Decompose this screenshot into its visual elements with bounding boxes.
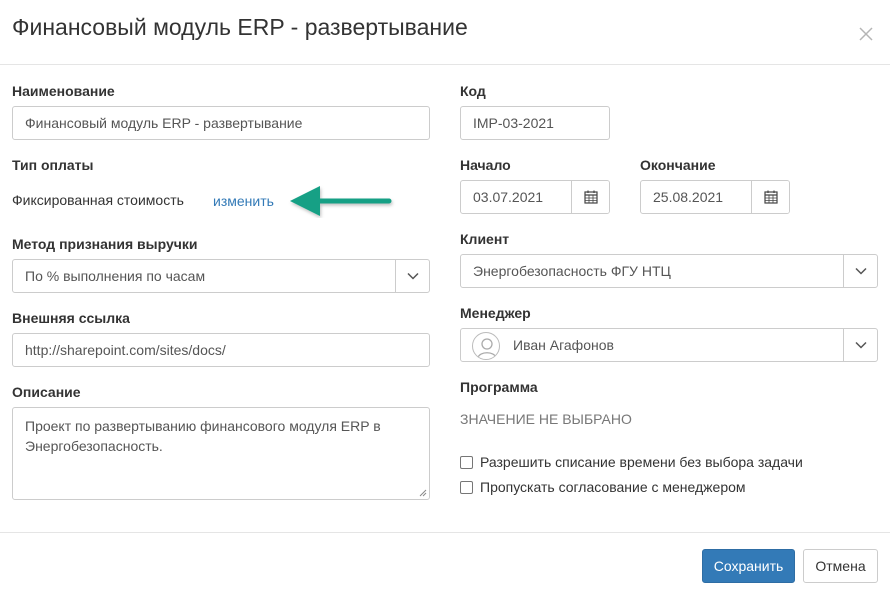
description-text: Проект по развертыванию финансового моду…: [25, 418, 381, 454]
skip-approval-checkbox-row[interactable]: Пропускать согласование с менеджером: [460, 479, 746, 495]
allow-time-checkbox[interactable]: [460, 455, 473, 469]
end-date-input[interactable]: 25.08.2021: [640, 180, 790, 214]
start-date-label: Начало: [460, 157, 511, 173]
arrow-left-icon: [290, 186, 392, 216]
client-value: Энергобезопасность ФГУ НТЦ: [473, 263, 671, 279]
client-label: Клиент: [460, 231, 510, 247]
name-input[interactable]: Финансовый модуль ERP - развертывание: [12, 106, 430, 140]
client-dropdown-toggle[interactable]: [843, 255, 877, 287]
allow-time-checkbox-label[interactable]: Разрешить списание времени без выбора за…: [480, 454, 803, 470]
end-date-value: 25.08.2021: [653, 189, 724, 205]
end-date-calendar-button[interactable]: [751, 181, 789, 213]
change-payment-type-link[interactable]: изменить: [213, 193, 274, 209]
dialog-title: Финансовый модуль ERP - развертывание: [12, 14, 468, 40]
resize-handle-icon[interactable]: [419, 489, 427, 497]
revenue-method-value: По % выполнения по часам: [25, 268, 206, 284]
start-date-value: 03.07.2021: [473, 189, 544, 205]
project-dialog: Финансовый модуль ERP - развертывание На…: [0, 0, 890, 595]
dialog-footer-divider: [0, 532, 890, 533]
external-link-input[interactable]: http://sharepoint.com/sites/docs/: [12, 333, 430, 367]
program-label: Программа: [460, 379, 538, 395]
payment-type-value: Фиксированная стоимость: [12, 192, 184, 208]
manager-dropdown-toggle[interactable]: [843, 329, 877, 361]
skip-approval-checkbox[interactable]: [460, 480, 473, 494]
revenue-method-label: Метод признания выручки: [12, 236, 198, 252]
close-button[interactable]: [856, 24, 876, 44]
manager-value: Иван Агафонов: [513, 337, 614, 353]
revenue-method-dropdown-toggle[interactable]: [395, 260, 429, 292]
code-label: Код: [460, 83, 486, 99]
description-label: Описание: [12, 384, 81, 400]
code-input[interactable]: IMP-03-2021: [460, 106, 610, 140]
calendar-icon: [763, 190, 778, 204]
end-date-label: Окончание: [640, 157, 716, 173]
skip-approval-checkbox-label[interactable]: Пропускать согласование с менеджером: [480, 479, 746, 495]
program-value[interactable]: ЗНАЧЕНИЕ НЕ ВЫБРАНО: [460, 411, 632, 427]
manager-select[interactable]: Иван Агафонов: [460, 328, 878, 362]
dialog-header: Финансовый модуль ERP - развертывание: [0, 0, 890, 65]
external-link-label: Внешняя ссылка: [12, 310, 130, 326]
name-label: Наименование: [12, 83, 115, 99]
client-select[interactable]: Энергобезопасность ФГУ НТЦ: [460, 254, 878, 288]
start-date-calendar-button[interactable]: [571, 181, 609, 213]
description-textarea[interactable]: Проект по развертыванию финансового моду…: [12, 407, 430, 500]
start-date-input[interactable]: 03.07.2021: [460, 180, 610, 214]
chevron-down-icon: [854, 341, 867, 349]
allow-time-checkbox-row[interactable]: Разрешить списание времени без выбора за…: [460, 454, 803, 470]
calendar-icon: [583, 190, 598, 204]
chevron-down-icon: [406, 272, 419, 280]
user-avatar-icon: [472, 332, 500, 360]
payment-type-label: Тип оплаты: [12, 157, 94, 173]
chevron-down-icon: [854, 267, 867, 275]
revenue-method-select[interactable]: По % выполнения по часам: [12, 259, 430, 293]
close-icon: [859, 27, 873, 41]
save-button[interactable]: Сохранить: [702, 549, 795, 583]
manager-label: Менеджер: [460, 305, 531, 321]
cancel-button[interactable]: Отмена: [803, 549, 878, 583]
